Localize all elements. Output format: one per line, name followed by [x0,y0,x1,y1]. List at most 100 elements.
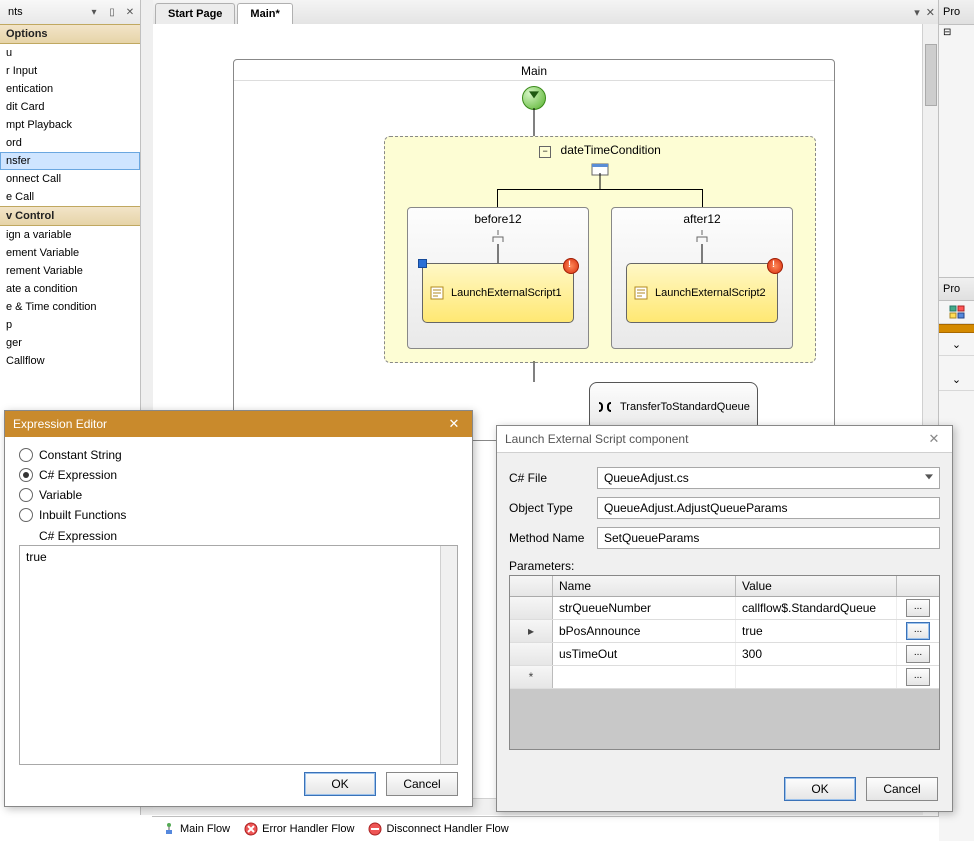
close-icon[interactable]: ✕ [924,430,944,448]
param-value[interactable]: true [736,620,897,642]
method-name-label: Method Name [509,531,589,545]
flow-icon [162,822,176,836]
transfer-icon [596,400,614,414]
cancel-button[interactable]: Cancel [386,772,458,796]
chevron-down-icon[interactable]: ⌄ [939,368,974,391]
start-node[interactable] [522,86,546,110]
dialog-titlebar[interactable]: Launch External Script component ✕ [497,426,952,453]
cancel-button[interactable]: Cancel [866,777,938,801]
list-item[interactable]: onnect Call [0,170,140,188]
column-header-name[interactable]: Name [553,576,736,596]
node-label: LaunchExternalScript1 [451,287,562,299]
date-time-condition[interactable]: − dateTimeCondition before12 [384,136,816,363]
list-item[interactable]: ord [0,134,140,152]
table-row[interactable]: strQueueNumbercallflow$.StandardQueue... [510,597,939,620]
list-item[interactable]: p [0,316,140,334]
flow-tab-error[interactable]: Error Handler Flow [244,822,354,836]
list-item[interactable]: ement Variable [0,244,140,262]
tab-main[interactable]: Main* [237,3,292,24]
close-icon[interactable]: ✕ [444,415,464,433]
param-name: bPosAnnounce [553,620,736,642]
list-item[interactable]: ger [0,334,140,352]
dialog-titlebar[interactable]: Expression Editor ✕ [5,411,472,437]
node-label: TransferToStandardQueue [620,401,750,413]
pin-icon[interactable]: ▯ [106,6,118,18]
tree-toggle-icon[interactable]: ⊟ [939,25,974,47]
branch-title: after12 [612,208,792,226]
group-header-control[interactable]: v Control [0,206,140,226]
chevron-down-icon[interactable]: ⌄ [939,333,974,356]
list-item[interactable]: e Call [0,188,140,206]
table-row[interactable]: ▸bPosAnnouncetrue... [510,620,939,643]
column-header-value[interactable]: Value [736,576,897,596]
chevron-down-icon[interactable]: ▾ [88,6,100,18]
tab-start-page[interactable]: Start Page [155,3,235,24]
table-row-new[interactable]: * ... [510,666,939,689]
dialog-title: Expression Editor [13,417,107,431]
ellipsis-button[interactable]: ... [906,645,930,663]
parameters-label: Parameters: [497,553,952,575]
list-item[interactable]: e & Time condition [0,298,140,316]
close-icon[interactable]: ✕ [926,6,935,19]
param-name: strQueueNumber [553,597,736,619]
param-name: usTimeOut [553,643,736,665]
ok-button[interactable]: OK [784,777,856,801]
csharp-file-combo[interactable]: QueueAdjust.cs [597,467,940,489]
launch-external-script-1[interactable]: LaunchExternalScript1 [422,263,574,323]
collapse-icon[interactable]: − [539,146,551,158]
list-item[interactable]: entication [0,80,140,98]
group-header-options[interactable]: Options [0,24,140,44]
flow-tab-bar: Main Flow Error Handler Flow Disconnect … [152,816,939,841]
radio-csharp-expression[interactable]: C# Expression [19,465,458,485]
condition-title: − dateTimeCondition [385,137,815,158]
list-item[interactable]: mpt Playback [0,116,140,134]
main-title: Main [234,60,834,81]
branch-after12[interactable]: after12 LaunchExternalScript2 [611,207,793,349]
list-item[interactable]: dit Card [0,98,140,116]
radio-variable[interactable]: Variable [19,485,458,505]
ok-button[interactable]: OK [304,772,376,796]
param-value[interactable]: callflow$.StandardQueue [736,597,897,619]
expression-textarea[interactable]: true [19,545,458,765]
expression-editor-dialog: Expression Editor ✕ Constant String C# E… [4,410,473,807]
close-icon[interactable]: ✕ [124,6,136,18]
properties-header[interactable]: Pro [939,277,974,301]
vertical-scrollbar[interactable] [440,546,457,764]
branch-title: before12 [408,208,588,226]
object-type-field[interactable]: QueueAdjust.AdjustQueueParams [597,497,940,519]
branch-before12[interactable]: before12 LaunchExternalScript1 [407,207,589,349]
flow-tab-disconnect[interactable]: Disconnect Handler Flow [368,822,508,836]
list-item[interactable]: ign a variable [0,226,140,244]
right-panel-header[interactable]: Pro [939,0,974,25]
method-name-field[interactable]: SetQueueParams [597,527,940,549]
radio-constant-string[interactable]: Constant String [19,445,458,465]
launch-external-script-2[interactable]: LaunchExternalScript2 [626,263,778,323]
chevron-down-icon[interactable]: ▾ [914,6,920,19]
list-item[interactable]: ate a condition [0,280,140,298]
categorize-icon[interactable] [939,301,974,324]
branch-icon [491,229,505,243]
param-value[interactable]: 300 [736,643,897,665]
ellipsis-button[interactable]: ... [906,622,930,640]
selection-handle [418,259,427,268]
radio-inbuilt-functions[interactable]: Inbuilt Functions [19,505,458,525]
error-badge-icon [767,258,783,274]
error-icon [244,822,258,836]
list-item[interactable]: rement Variable [0,262,140,280]
table-row[interactable]: usTimeOut300... [510,643,939,666]
list-item[interactable]: u [0,44,140,62]
main-container: Main − dateTimeCondition before12 [233,59,835,441]
ellipsis-button[interactable]: ... [906,599,930,617]
flow-tab-main[interactable]: Main Flow [162,822,230,836]
list-item[interactable]: Callflow [0,352,140,370]
node-label: LaunchExternalScript2 [655,287,766,299]
ellipsis-button[interactable]: ... [906,668,930,686]
expression-label: C# Expression [5,527,472,545]
list-item[interactable]: nsfer [0,152,140,170]
script-icon [429,285,445,301]
launch-external-script-dialog: Launch External Script component ✕ C# Fi… [496,425,953,812]
list-item[interactable]: r Input [0,62,140,80]
script-icon [633,285,649,301]
error-badge-icon [563,258,579,274]
dialog-title: Launch External Script component [505,432,688,446]
